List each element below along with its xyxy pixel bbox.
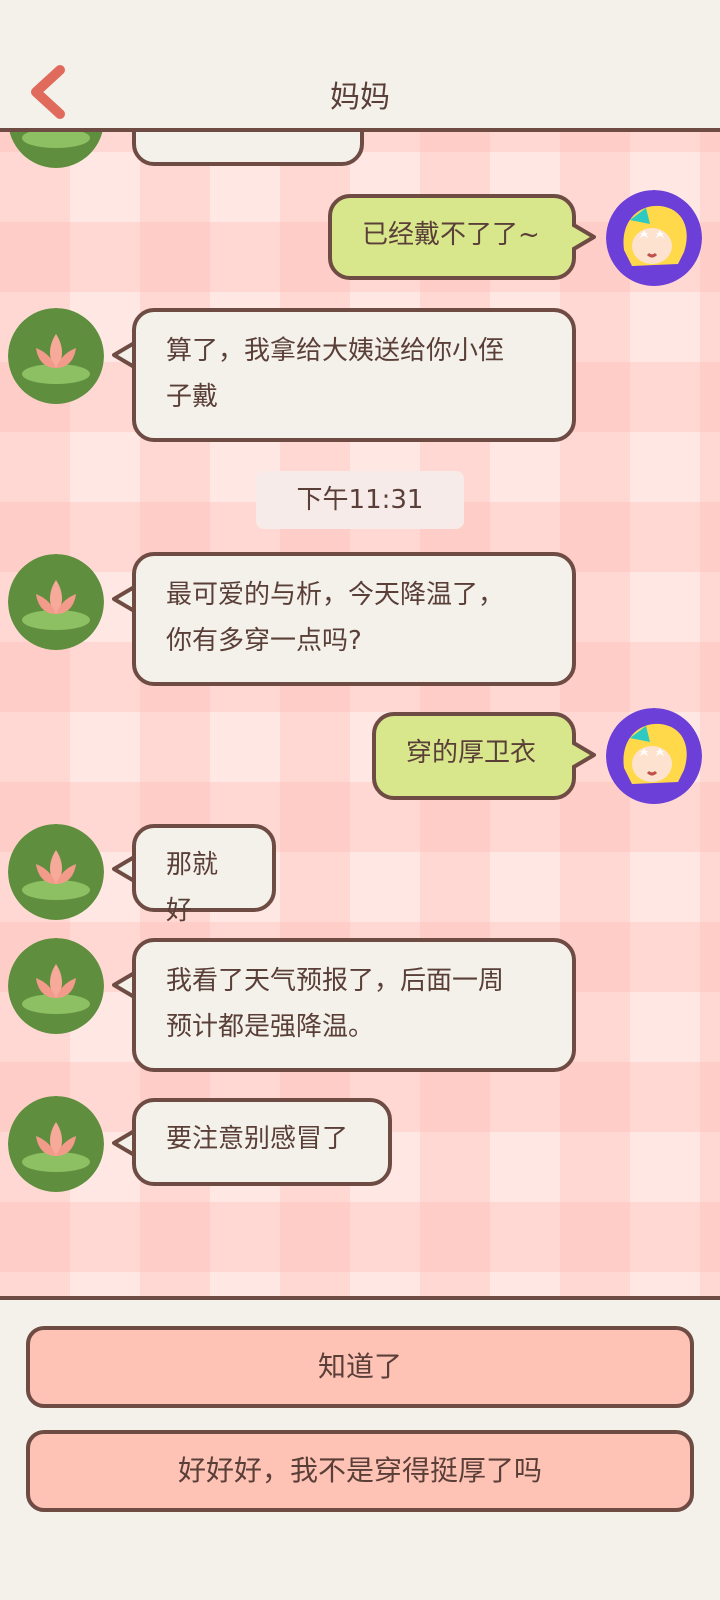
- page-title: 妈妈: [330, 80, 390, 115]
- message-line: 最可爱的与析，今天降温了，: [166, 580, 505, 610]
- message-bubble-mom[interactable]: 那就好: [132, 824, 276, 926]
- reply-option-2[interactable]: 好好好，我不是穿得挺厚了吗: [26, 1430, 694, 1512]
- header: 妈妈: [0, 0, 720, 132]
- message-line: 子戴: [166, 382, 219, 412]
- my-avatar[interactable]: [606, 708, 702, 804]
- message-bubble-me[interactable]: 已经戴不了了~: [328, 194, 576, 280]
- mom-avatar[interactable]: [8, 1096, 104, 1192]
- message-bubble-mom[interactable]: 算了，我拿给大姨送给你小侄 子戴: [132, 308, 576, 442]
- message-text: 要注意别感冒了: [166, 1124, 349, 1154]
- lotus-avatar-icon: [8, 1096, 104, 1192]
- message-line: 算了，我拿给大姨送给你小侄: [166, 336, 505, 366]
- message-bubble-mom[interactable]: 最可爱的与析，今天降温了， 你有多穿一点吗?: [132, 552, 576, 686]
- lotus-avatar-icon: [8, 554, 104, 650]
- lotus-avatar-icon: [9, 132, 103, 168]
- message-line: 我看了天气预报了，后面一周: [166, 966, 505, 996]
- message-bubble-partial[interactable]: [132, 132, 364, 166]
- bubble-tail: [572, 740, 596, 770]
- my-avatar[interactable]: [606, 190, 702, 286]
- mom-avatar[interactable]: [8, 938, 104, 1034]
- timestamp: 下午11:31: [256, 471, 464, 529]
- mom-avatar[interactable]: [8, 824, 104, 920]
- mom-avatar[interactable]: [8, 132, 104, 168]
- lotus-avatar-icon: [8, 824, 104, 920]
- chat-area[interactable]: 已经戴不了了~ 算了，我拿给大姨送给你小侄 子戴 下午11:31 最可爱的与析，…: [0, 132, 720, 1300]
- lotus-avatar-icon: [8, 308, 104, 404]
- girl-avatar-icon: [606, 708, 702, 804]
- message-bubble-mom[interactable]: 要注意别感冒了: [132, 1098, 392, 1186]
- reply-option-1[interactable]: 知道了: [26, 1326, 694, 1408]
- bubble-tail: [572, 222, 596, 252]
- message-line: 你有多穿一点吗?: [166, 626, 362, 656]
- message-line: 预计都是强降温。: [166, 1012, 375, 1042]
- message-text: 那就好: [166, 850, 219, 926]
- mom-avatar[interactable]: [8, 308, 104, 404]
- lotus-avatar-icon: [8, 938, 104, 1034]
- message-text: 穿的厚卫衣: [406, 738, 537, 768]
- message-text: 已经戴不了了~: [362, 220, 540, 250]
- message-bubble-me[interactable]: 穿的厚卫衣: [372, 712, 576, 800]
- message-bubble-mom[interactable]: 我看了天气预报了，后面一周 预计都是强降温。: [132, 938, 576, 1072]
- girl-avatar-icon: [606, 190, 702, 286]
- mom-avatar[interactable]: [8, 554, 104, 650]
